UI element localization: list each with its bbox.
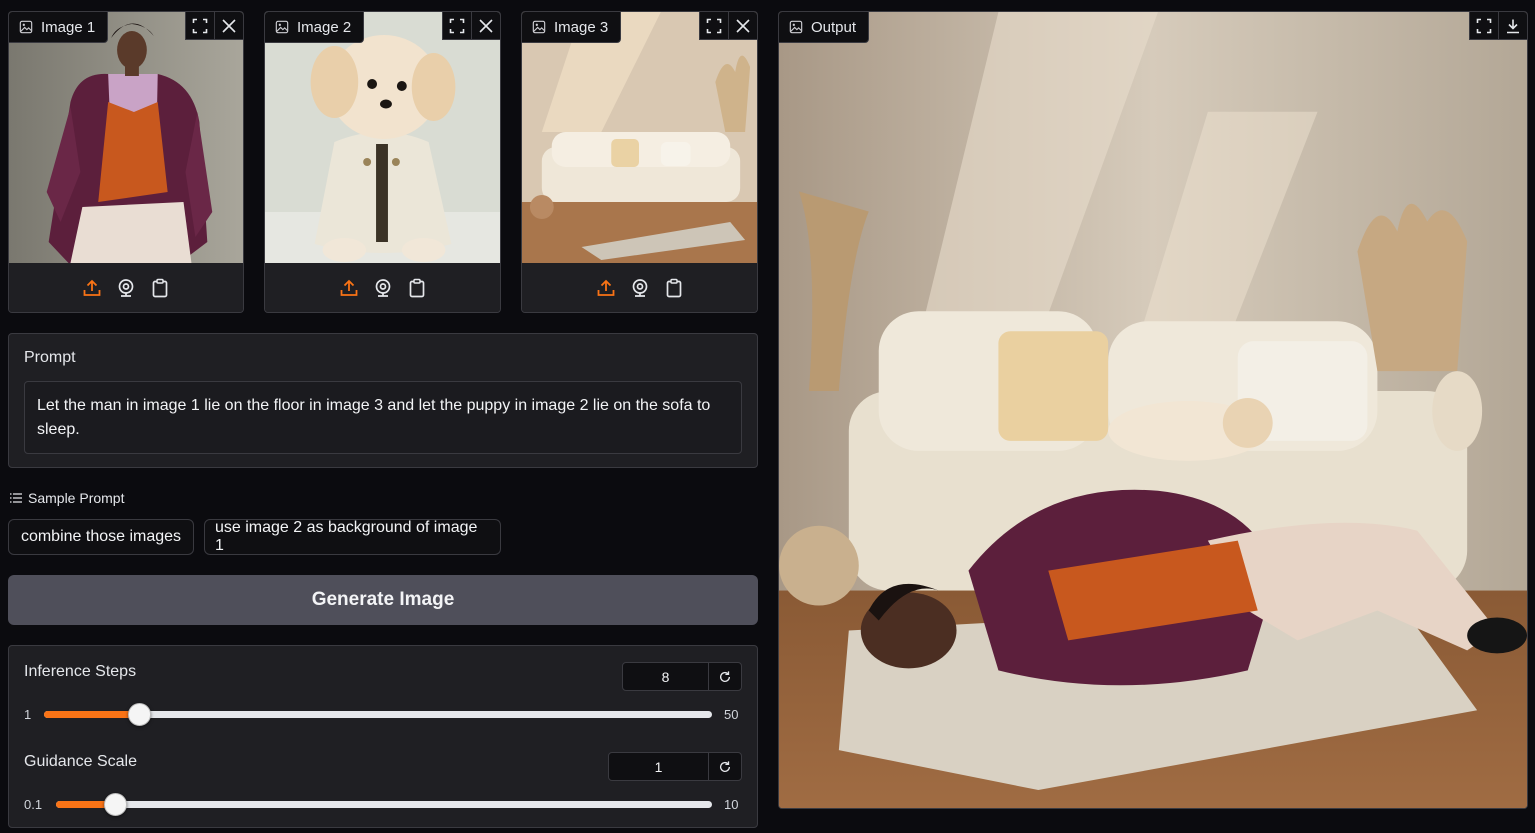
download-icon [1505, 18, 1521, 34]
image-icon [19, 20, 33, 34]
upload-button[interactable] [595, 277, 617, 299]
clipboard-button[interactable] [406, 277, 428, 299]
image-label-tag: Image 2 [265, 12, 365, 43]
image-3-label: Image 3 [554, 18, 609, 36]
upload-icon [596, 278, 616, 298]
reset-icon [718, 670, 732, 684]
clipboard-button[interactable] [663, 277, 685, 299]
close-icon [735, 18, 751, 34]
list-icon [10, 493, 22, 503]
webcam-icon [373, 278, 393, 298]
guidance-scale-handle[interactable] [104, 793, 128, 816]
inference-steps-reset-button[interactable] [708, 663, 741, 690]
webcam-button[interactable] [629, 277, 651, 299]
prompt-panel: Prompt Let the man in image 1 lie on the… [8, 333, 758, 468]
inference-steps-fill [44, 711, 140, 718]
clipboard-button[interactable] [149, 277, 171, 299]
webcam-icon [630, 278, 650, 298]
inference-steps-label: Inference Steps [24, 663, 137, 680]
inference-steps-max: 50 [724, 707, 739, 722]
sample-prompt-2[interactable]: use image 2 as background of image 1 [204, 519, 501, 555]
clipboard-icon [664, 278, 684, 298]
guidance-scale-input[interactable]: 1 [609, 753, 708, 780]
image-icon [275, 20, 289, 34]
output-image [779, 12, 1527, 808]
generate-image-button[interactable]: Generate Image [8, 575, 758, 625]
upload-button[interactable] [81, 277, 103, 299]
man-image [9, 12, 243, 263]
image-input-3[interactable]: Image 3 [521, 11, 758, 313]
inference-steps-handle[interactable] [128, 703, 152, 726]
image-input-2[interactable]: Image 2 [264, 11, 501, 313]
webcam-button[interactable] [372, 277, 394, 299]
inference-steps-number: 8 [622, 662, 742, 691]
clear-image-button[interactable] [728, 12, 757, 40]
webcam-button[interactable] [115, 277, 137, 299]
sofa-room-image [522, 12, 757, 263]
output-label-tag: Output [779, 12, 870, 43]
webcam-icon [116, 278, 136, 298]
guidance-scale-slider[interactable] [56, 801, 712, 808]
guidance-scale-reset-button[interactable] [708, 753, 741, 780]
inference-steps-input[interactable]: 8 [623, 663, 708, 690]
image-icon [789, 20, 803, 34]
upload-icon [339, 278, 359, 298]
prompt-label: Prompt [24, 349, 76, 366]
image-label-tag: Image 1 [9, 12, 109, 43]
reset-icon [718, 760, 732, 774]
close-icon [478, 18, 494, 34]
sample-prompt-title: Sample Prompt [28, 490, 125, 506]
clipboard-icon [150, 278, 170, 298]
close-icon [221, 18, 237, 34]
prompt-textarea[interactable]: Let the man in image 1 lie on the floor … [24, 381, 742, 454]
guidance-scale-label: Guidance Scale [24, 753, 137, 770]
clear-image-button[interactable] [471, 12, 500, 40]
fullscreen-button[interactable] [185, 12, 214, 40]
guidance-scale-number: 1 [608, 752, 742, 781]
fullscreen-icon [192, 18, 208, 34]
sample-prompt-header: Sample Prompt [10, 490, 124, 506]
fullscreen-icon [706, 18, 722, 34]
fullscreen-button[interactable] [699, 12, 728, 40]
output-label: Output [811, 18, 857, 36]
guidance-scale-max: 10 [724, 797, 739, 812]
clipboard-icon [407, 278, 427, 298]
clear-image-button[interactable] [214, 12, 243, 40]
sample-prompt-1[interactable]: combine those images [8, 519, 194, 555]
upload-button[interactable] [338, 277, 360, 299]
image-1-label: Image 1 [41, 18, 96, 36]
guidance-scale-min: 0.1 [24, 797, 43, 812]
image-input-1[interactable]: Image 1 [8, 11, 244, 313]
settings-panel: Inference Steps 8 1 50 Guidance Scale 1 … [8, 645, 758, 828]
inference-steps-min: 1 [24, 707, 32, 722]
image-2-label: Image 2 [297, 18, 352, 36]
fullscreen-icon [1476, 18, 1492, 34]
puppy-image [265, 12, 500, 263]
download-button[interactable] [1498, 12, 1527, 40]
output-panel: Output [778, 11, 1528, 809]
image-icon [532, 20, 546, 34]
output-fullscreen-button[interactable] [1469, 12, 1498, 40]
image-label-tag: Image 3 [522, 12, 622, 43]
fullscreen-button[interactable] [442, 12, 471, 40]
fullscreen-icon [449, 18, 465, 34]
upload-icon [82, 278, 102, 298]
